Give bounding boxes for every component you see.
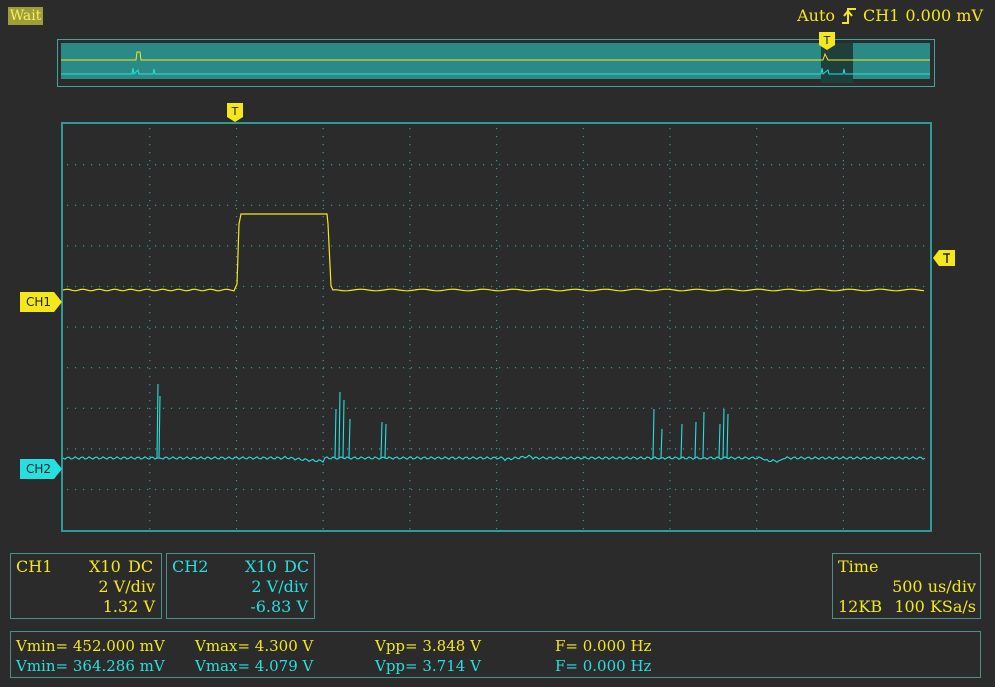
- ch2-offset: -6.83 V: [250, 597, 308, 616]
- ch2-waveform: [62, 383, 926, 463]
- memory-overview[interactable]: [57, 39, 935, 87]
- timebase: 500 us/div: [892, 577, 976, 596]
- rising-edge-icon: [842, 7, 856, 24]
- ch1-scale: 2 V/div: [98, 577, 155, 596]
- trigger-position-marker[interactable]: T: [227, 103, 243, 122]
- ch2-info-panel[interactable]: CH2 X10 DC 2 V/div -6.83 V: [166, 553, 315, 619]
- sample-rate: 100 KSa/s: [894, 597, 976, 616]
- ch2-scale: 2 V/div: [251, 577, 308, 596]
- svg-text:T: T: [231, 105, 239, 118]
- ch1-coupling: DC: [128, 557, 154, 576]
- ch2-vpp: Vpp= 3.714 V: [375, 657, 481, 675]
- overview-waveforms: [61, 43, 930, 83]
- ch1-waveform: [62, 213, 925, 292]
- ch2-vmax: Vmax= 4.079 V: [195, 657, 314, 675]
- svg-text:T: T: [823, 34, 831, 47]
- ch1-probe: X10: [89, 557, 121, 576]
- trigger-mode: Auto: [797, 6, 835, 25]
- ch1-vmin: Vmin= 452.000 mV: [16, 637, 165, 655]
- ch2-marker[interactable]: CH2: [20, 459, 62, 483]
- time-info-panel[interactable]: Time 500 us/div 12KB 100 KSa/s: [832, 553, 981, 619]
- acquisition-status: Wait: [8, 7, 43, 25]
- trigger-level-marker[interactable]: [933, 250, 955, 266]
- ch2-vmin: Vmin= 364.286 mV: [16, 657, 165, 675]
- trigger-level: 0.000 mV: [905, 6, 983, 25]
- ch1-offset: 1.32 V: [102, 597, 155, 616]
- time-label: Time: [838, 557, 879, 576]
- ch1-vmax: Vmax= 4.300 V: [195, 637, 314, 655]
- trigger-source: CH1: [863, 6, 900, 25]
- trigger-status[interactable]: Auto CH1 0.000 mV: [797, 6, 983, 25]
- memory-depth: 12KB: [838, 597, 883, 616]
- ch1-name: CH1: [16, 557, 53, 576]
- ch1-vpp: Vpp= 3.848 V: [375, 637, 481, 655]
- ch2-probe: X10: [245, 557, 277, 576]
- ch1-marker[interactable]: CH1: [20, 292, 62, 316]
- ch1-frequency: F= 0.000 Hz: [555, 637, 652, 655]
- ch2-coupling: DC: [284, 557, 310, 576]
- overview-trigger-marker: T: [819, 32, 835, 50]
- measurement-panel: Vmin= 452.000 mV Vmax= 4.300 V Vpp= 3.84…: [10, 631, 981, 678]
- ch1-info-panel[interactable]: CH1 X10 DC 2 V/div 1.32 V: [10, 553, 162, 619]
- ch2-name: CH2: [172, 557, 209, 576]
- graticule: [62, 128, 926, 530]
- ch2-frequency: F= 0.000 Hz: [555, 657, 652, 675]
- waveform-display[interactable]: [61, 122, 932, 532]
